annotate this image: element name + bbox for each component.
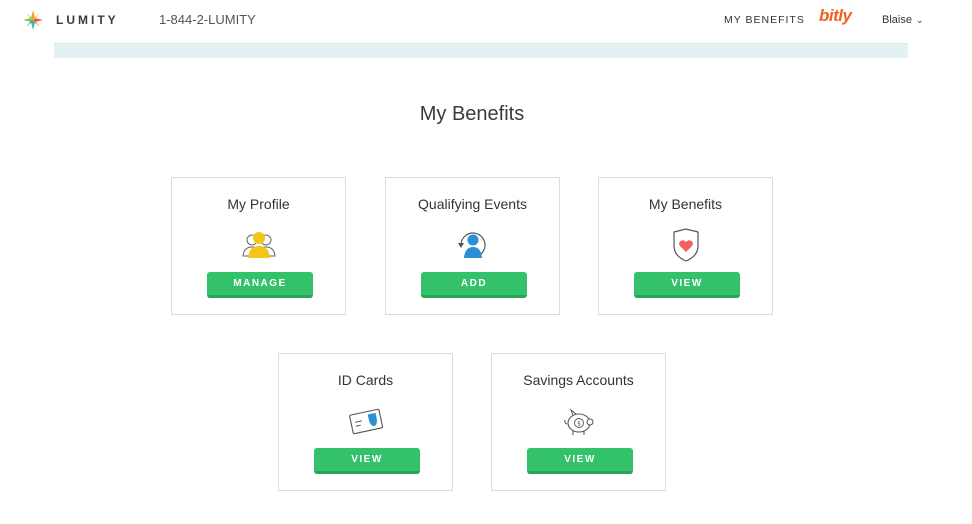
id-card-icon [348,408,383,435]
svg-text:$: $ [577,421,581,428]
user-menu[interactable]: Blaise ⌄ [882,14,924,26]
support-phone-number: 1-844-2-LUMITY [159,12,256,27]
view-savings-button[interactable]: VIEW [527,448,633,474]
card-my-benefits: My Benefits VIEW [598,177,773,315]
view-id-cards-button[interactable]: VIEW [314,448,420,474]
card-qualifying-events: Qualifying Events ADD [385,177,560,315]
manage-profile-button[interactable]: MANAGE [207,272,313,298]
card-title: Savings Accounts [523,372,634,388]
bitly-logo: bitly [819,6,852,25]
card-savings-accounts: Savings Accounts $ VIEW [491,353,666,491]
nav-my-benefits-link[interactable]: MY BENEFITS [724,14,805,26]
card-title: Qualifying Events [418,196,527,212]
user-name: Blaise [882,14,912,26]
lumity-logo-icon[interactable] [22,9,44,31]
page-title: My Benefits [419,103,525,125]
piggy-bank-icon: $ [563,408,593,435]
add-event-button[interactable]: ADD [421,272,527,298]
lumity-wordmark[interactable]: LUMITY [56,13,119,27]
chevron-down-icon: ⌄ [915,15,924,25]
card-id-cards: ID Cards VIEW [278,353,453,491]
card-title: ID Cards [337,372,394,388]
profile-people-icon [241,232,276,258]
person-refresh-icon [457,232,486,258]
view-benefits-button[interactable]: VIEW [634,272,740,298]
card-my-profile: My Profile MANAGE [171,177,346,315]
notification-banner [54,43,908,58]
top-navigation-bar: LUMITY 1-844-2-LUMITY MY BENEFITS bitly … [0,0,972,43]
card-title: My Benefits [648,196,723,212]
heart-shield-icon [672,228,699,262]
card-title: My Profile [227,196,290,212]
